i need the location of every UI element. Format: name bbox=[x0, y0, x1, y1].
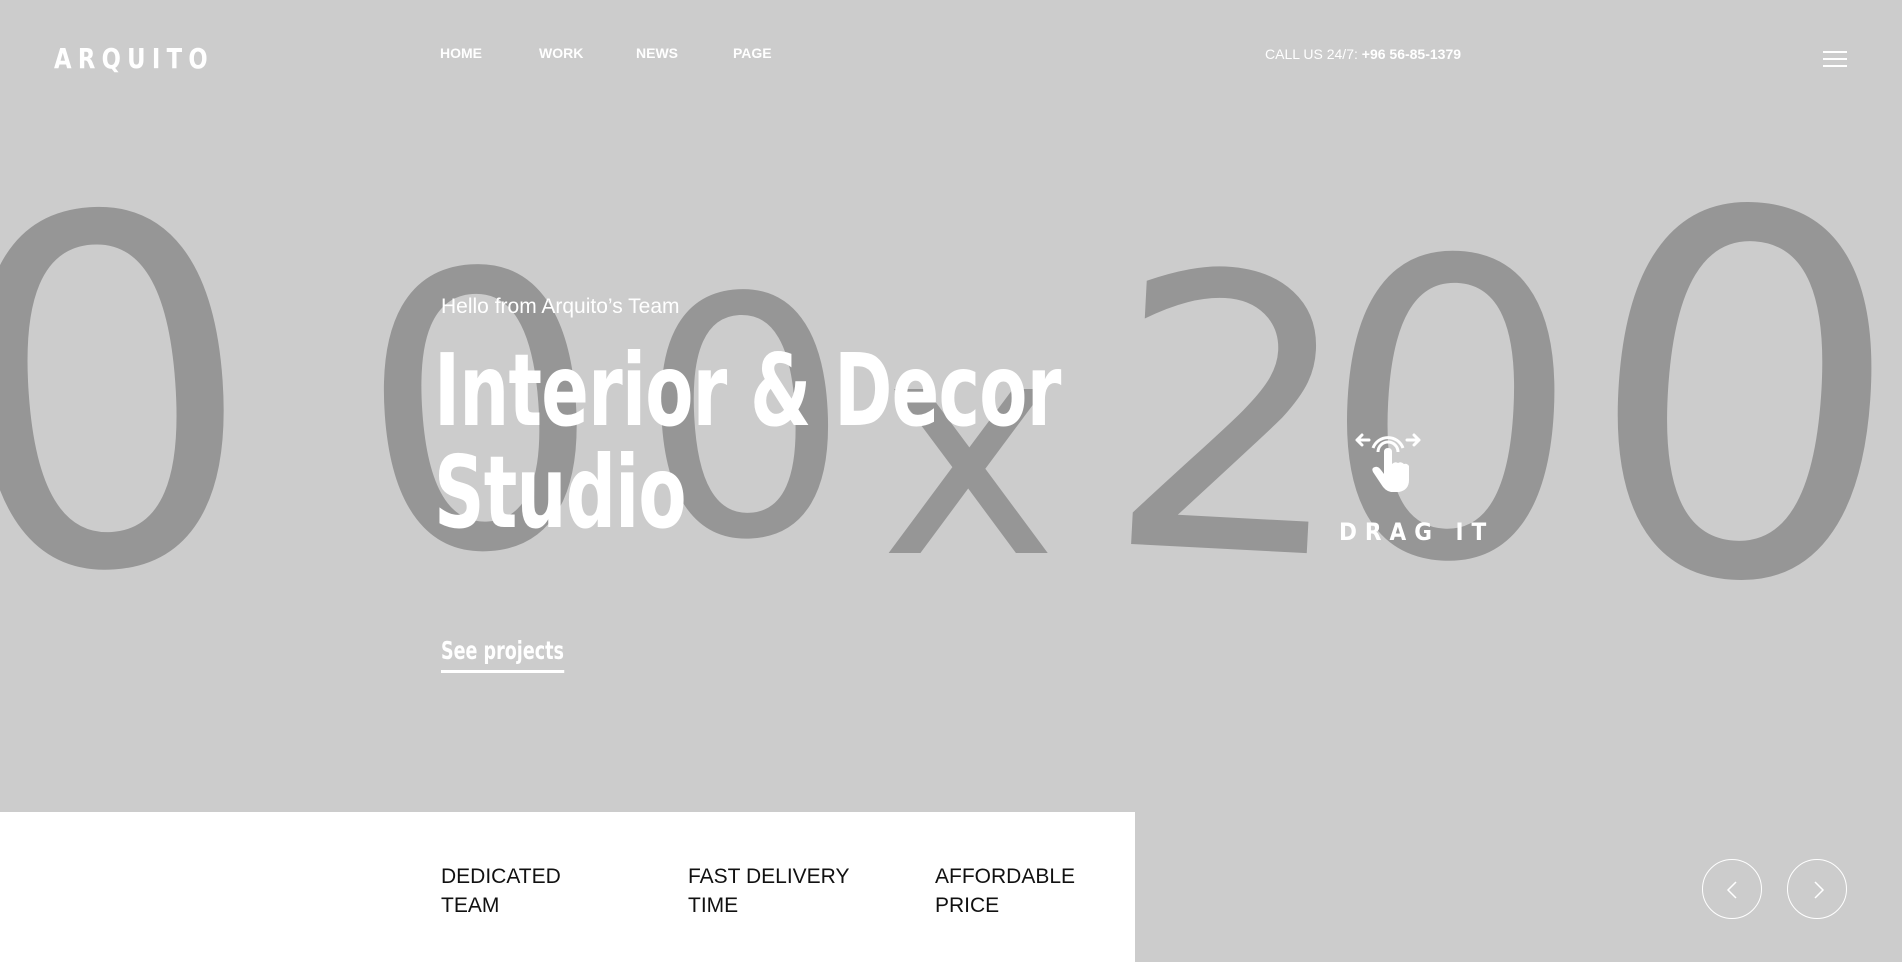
hamburger-icon[interactable] bbox=[1823, 51, 1847, 68]
placeholder-char: 0 bbox=[1565, 98, 1902, 702]
feature-line: PRICE bbox=[935, 894, 1000, 917]
hero-title-line2: Studio bbox=[434, 434, 687, 551]
hero-title-line1: Interior & Decor bbox=[434, 332, 1061, 449]
drag-hand-icon bbox=[1355, 430, 1421, 494]
features-panel: DEDICATED TEAM FAST DELIVERY TIME AFFORD… bbox=[0, 812, 1135, 962]
hero-slider[interactable]: 0 0 0 x 2 0 0 ARQUITO HOME WORK NEWS PAG… bbox=[0, 0, 1902, 962]
nav-work[interactable]: WORK bbox=[539, 45, 583, 61]
nav-news[interactable]: NEWS bbox=[636, 45, 678, 61]
feature-fast-delivery: FAST DELIVERY TIME bbox=[688, 862, 868, 920]
phone-info: CALL US 24/7: +96 56-85-1379 bbox=[1265, 46, 1461, 62]
feature-affordable-price: AFFORDABLE PRICE bbox=[935, 862, 1115, 920]
feature-line: TEAM bbox=[441, 894, 500, 917]
feature-line: DEDICATED bbox=[441, 865, 561, 888]
phone-number[interactable]: +96 56-85-1379 bbox=[1362, 46, 1461, 62]
slider-prev-button[interactable] bbox=[1702, 859, 1762, 919]
feature-line: TIME bbox=[688, 894, 739, 917]
slider-next-button[interactable] bbox=[1787, 859, 1847, 919]
chevron-right-icon bbox=[1814, 881, 1825, 899]
logo[interactable]: ARQUITO bbox=[54, 42, 214, 75]
chevron-left-icon bbox=[1726, 881, 1737, 899]
phone-prefix: CALL US 24/7: bbox=[1265, 46, 1358, 62]
feature-line: AFFORDABLE bbox=[935, 865, 1076, 888]
feature-line: FAST DELIVERY bbox=[688, 865, 850, 888]
nav-page[interactable]: PAGE bbox=[733, 45, 772, 61]
placeholder-char: 0 bbox=[0, 108, 275, 687]
feature-dedicated-team: DEDICATED TEAM bbox=[441, 862, 621, 920]
nav-home[interactable]: HOME bbox=[440, 45, 482, 61]
hero-title: Interior & Decor Studio bbox=[434, 340, 1061, 544]
see-projects-link[interactable]: See projects bbox=[441, 636, 564, 673]
hero-subtitle: Hello from Arquito’s Team bbox=[441, 295, 680, 318]
placeholder-char: 0 bbox=[1307, 167, 1594, 659]
drag-it-label: DRAG IT bbox=[1339, 518, 1495, 546]
